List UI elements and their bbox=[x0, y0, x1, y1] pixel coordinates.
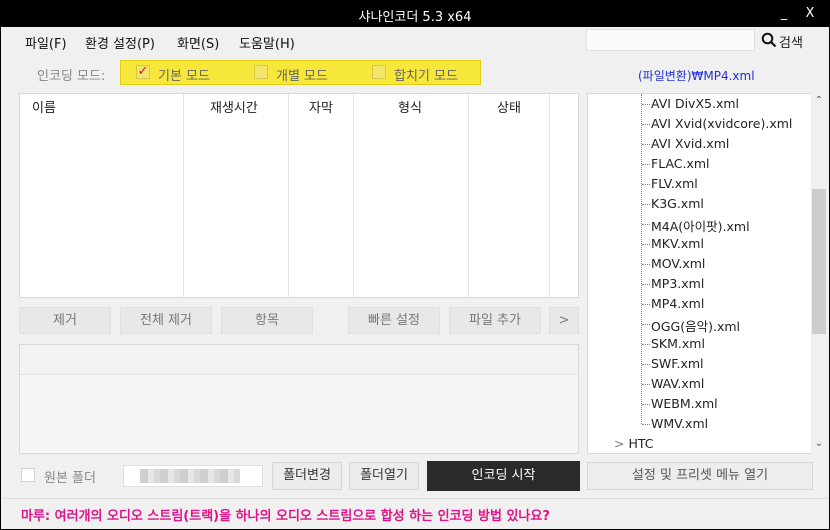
scrollbar-thumb[interactable] bbox=[812, 189, 826, 334]
minimize-button[interactable]: _ bbox=[775, 5, 793, 23]
current-preset-link[interactable]: (파일변환)₩MP4.xml bbox=[638, 67, 755, 84]
column-header-subtitle[interactable]: 자막 bbox=[309, 97, 333, 116]
remove-button[interactable]: 제거 bbox=[19, 307, 111, 334]
search-input[interactable] bbox=[586, 29, 755, 51]
menu-view[interactable]: 화면(S) bbox=[177, 33, 219, 52]
column-header-name[interactable]: 이름 bbox=[32, 97, 56, 116]
column-header-format[interactable]: 형식 bbox=[398, 97, 422, 116]
mode-merge-option[interactable]: 합치기 모드 bbox=[372, 64, 477, 84]
menu-help[interactable]: 도움말(H) bbox=[239, 33, 295, 52]
column-duration: 재생시간 bbox=[184, 94, 289, 298]
tree-node-htc[interactable]: > HTC bbox=[614, 436, 654, 451]
scroll-down-icon[interactable]: ⌄ bbox=[811, 436, 827, 452]
output-folder-field[interactable] bbox=[123, 465, 263, 487]
add-file-button[interactable]: 파일 추가 bbox=[449, 307, 541, 334]
main-window: 샤나인코더 5.3 x64 _ X 파일(F) 환경 설정(P) 화면(S) 도… bbox=[0, 0, 830, 530]
menu-file[interactable]: 파일(F) bbox=[25, 33, 67, 52]
mode-basic-label: 기본 모드 bbox=[158, 69, 210, 84]
mode-basic-option[interactable]: ✓ 기본 모드 bbox=[136, 64, 226, 84]
status-message-link[interactable]: 마루: 여러개의 오디오 스트림(트랙)을 하나의 오디오 스트림으로 합성 하… bbox=[21, 505, 550, 524]
mode-merge-label: 합치기 모드 bbox=[394, 69, 458, 84]
change-folder-button[interactable]: 폴더변경 bbox=[272, 462, 342, 490]
blurred-path bbox=[140, 469, 240, 483]
scroll-up-icon[interactable]: ⌃ bbox=[811, 93, 827, 109]
column-status: 상태 bbox=[469, 94, 550, 298]
preset-tree[interactable]: AVI DivX5.xml AVI Xvid(xvidcore).xml AVI… bbox=[587, 93, 813, 454]
search-button[interactable]: 검색 bbox=[759, 30, 827, 52]
file-list[interactable]: 이름 재생시간 자막 형식 상태 bbox=[19, 93, 579, 298]
chevron-right-icon[interactable]: > bbox=[614, 436, 624, 451]
column-format: 형식 bbox=[354, 94, 469, 298]
encoding-mode-label: 인코딩 모드: bbox=[37, 69, 106, 84]
search-label: 검색 bbox=[779, 36, 803, 51]
quick-settings-button[interactable]: 빠른 설정 bbox=[348, 307, 440, 334]
mode-merge-checkbox[interactable] bbox=[372, 65, 386, 79]
menu-settings[interactable]: 환경 설정(P) bbox=[85, 33, 155, 52]
column-header-status[interactable]: 상태 bbox=[497, 97, 521, 116]
window-title: 샤나인코더 5.3 x64 bbox=[358, 10, 472, 25]
item-button[interactable]: 항목 bbox=[221, 307, 313, 334]
search-icon bbox=[761, 32, 777, 48]
title-bar[interactable]: 샤나인코더 5.3 x64 _ X bbox=[1, 1, 829, 27]
open-folder-button[interactable]: 폴더열기 bbox=[349, 462, 419, 490]
column-name: 이름 bbox=[20, 94, 184, 298]
preset-tree-scrollbar[interactable]: ⌃ ⌄ bbox=[811, 93, 827, 454]
tree-node-htc-label: HTC bbox=[628, 436, 654, 451]
start-encoding-button[interactable]: 인코딩 시작 bbox=[427, 461, 580, 491]
mode-individual-checkbox[interactable] bbox=[254, 65, 268, 79]
remove-all-button[interactable]: 전체 제거 bbox=[120, 307, 212, 334]
column-header-duration[interactable]: 재생시간 bbox=[210, 97, 258, 116]
more-button[interactable]: > bbox=[549, 307, 579, 334]
info-panel-header bbox=[20, 345, 578, 375]
source-folder-checkbox[interactable] bbox=[21, 468, 35, 482]
info-panel bbox=[19, 344, 579, 454]
mode-individual-option[interactable]: 개별 모드 bbox=[254, 64, 344, 84]
status-bar: 마루: 여러개의 오디오 스트림(트랙)을 하나의 오디오 스트림으로 합성 하… bbox=[1, 498, 829, 529]
column-subtitle: 자막 bbox=[289, 94, 354, 298]
mode-individual-label: 개별 모드 bbox=[276, 69, 328, 84]
source-folder-label: 원본 폴더 bbox=[44, 471, 96, 486]
encoding-mode-group: ✓ 기본 모드 개별 모드 합치기 모드 bbox=[120, 60, 481, 85]
mode-basic-checkbox[interactable]: ✓ bbox=[136, 65, 150, 79]
close-button[interactable]: X bbox=[801, 5, 819, 23]
open-settings-preset-menu-button[interactable]: 설정 및 프리셋 메뉴 열기 bbox=[587, 462, 813, 490]
